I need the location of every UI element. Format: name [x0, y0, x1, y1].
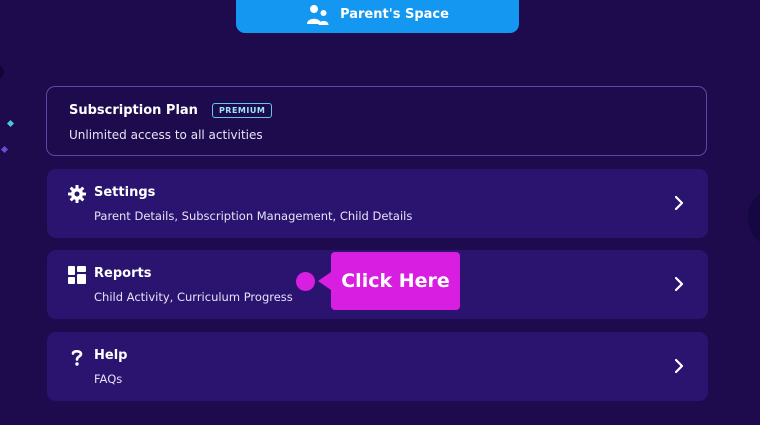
subscription-title-row: Subscription Plan PREMIUM — [69, 103, 273, 118]
subscription-description: Unlimited access to all activities — [69, 128, 263, 142]
decorative-orb-right — [748, 192, 760, 244]
callout-label: Click Here — [331, 252, 460, 310]
help-description: FAQs — [94, 372, 123, 386]
settings-description: Parent Details, Subscription Management,… — [94, 209, 413, 223]
settings-title: Settings — [94, 185, 156, 200]
callout-dot — [296, 271, 315, 291]
help-title: Help — [94, 348, 128, 363]
sparkle-icon — [0, 145, 9, 154]
callout-pointer — [318, 272, 331, 290]
decorative-orb-left — [0, 64, 4, 80]
premium-badge: PREMIUM — [211, 103, 273, 118]
help-card[interactable]: Help FAQs — [47, 332, 708, 401]
chevron-right-icon — [672, 193, 686, 213]
subscription-card: Subscription Plan PREMIUM Unlimited acce… — [46, 86, 707, 156]
subscription-title: Subscription Plan — [69, 103, 198, 118]
chevron-right-icon — [672, 356, 686, 376]
question-icon — [67, 347, 87, 367]
gear-icon — [67, 184, 87, 204]
reports-description: Child Activity, Curriculum Progress — [94, 290, 293, 304]
chevron-right-icon — [672, 274, 686, 294]
sparkle-icon — [6, 119, 15, 128]
parent-child-icon — [306, 4, 330, 26]
parent-space-label: Parent's Space — [340, 7, 449, 22]
parent-dashboard: Parent's Space Subscription Plan PREMIUM… — [0, 0, 760, 425]
click-here-callout: Click Here — [296, 252, 460, 310]
settings-card[interactable]: Settings Parent Details, Subscription Ma… — [47, 169, 708, 238]
parent-space-button[interactable]: Parent's Space — [236, 0, 519, 33]
reports-title: Reports — [94, 266, 152, 281]
dashboard-icon — [67, 265, 87, 285]
